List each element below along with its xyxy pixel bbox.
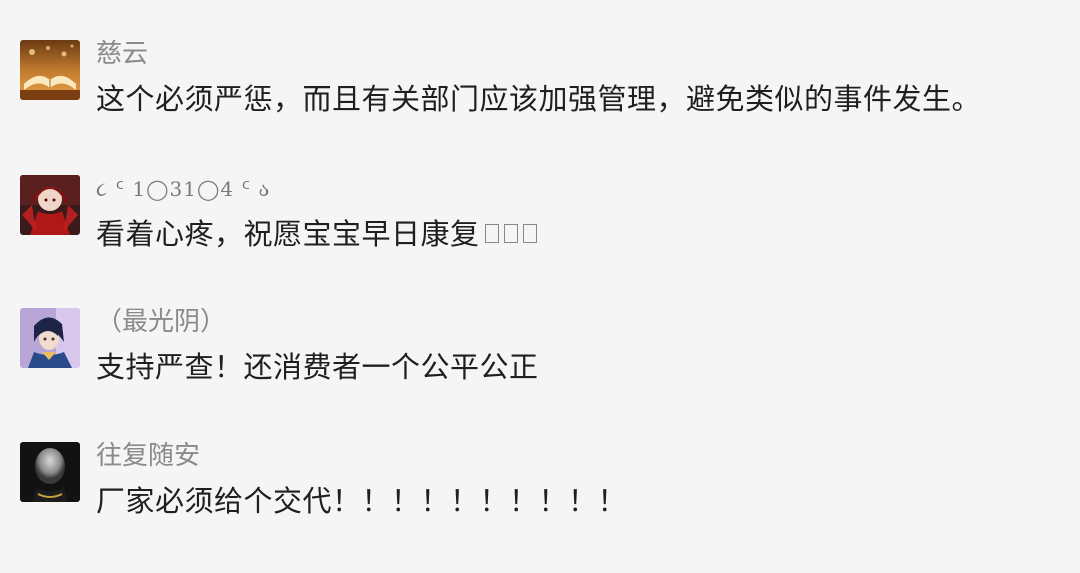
comment-item: 往复随安 厂家必须给个交代！！！！！！！！！！ xyxy=(20,441,1060,552)
unknown-emoji-icon xyxy=(522,224,537,243)
unknown-emoji-icon xyxy=(484,224,499,243)
comment-author[interactable]: 慈云 xyxy=(96,36,148,72)
anime-girl-red-avatar-icon[interactable] xyxy=(20,175,80,235)
comment-text: 厂家必须给个交代！！！！！！！！！！ xyxy=(96,484,628,518)
unknown-emoji-icon xyxy=(503,224,518,243)
comment-item: ૮ ᑦ 1◯31◯4 ᑦ ა 看着心疼，祝愿宝宝早日康复 xyxy=(20,175,1060,285)
comment-text: 支持严查！还消费者一个公平公正 xyxy=(96,350,539,384)
comment-author[interactable]: ૮ ᑦ 1◯31◯4 ᑦ ა xyxy=(96,171,270,207)
comment-author[interactable]: （最光阴） xyxy=(96,304,226,340)
comment-list: 慈云 这个必须严惩，而且有关部门应该加强管理，避免类似的事件发生。 ૮ ᑦ 1◯… xyxy=(0,0,1080,573)
anime-boy-purple-avatar-icon[interactable] xyxy=(20,308,80,368)
book-avatar-icon[interactable] xyxy=(20,40,80,100)
dark-figure-avatar-icon[interactable] xyxy=(20,442,80,502)
comment-text: 看着心疼，祝愿宝宝早日康复 xyxy=(96,213,537,255)
comment-item: 慈云 这个必须严惩，而且有关部门应该加强管理，避免类似的事件发生。 xyxy=(20,39,1060,150)
comment-text-content: 看着心疼，祝愿宝宝早日康复 xyxy=(96,217,480,251)
comment-item: （最光阴） 支持严查！还消费者一个公平公正 xyxy=(20,307,1060,418)
comment-author[interactable]: 往复随安 xyxy=(96,438,200,474)
comment-text: 这个必须严惩，而且有关部门应该加强管理，避免类似的事件发生。 xyxy=(96,82,982,116)
